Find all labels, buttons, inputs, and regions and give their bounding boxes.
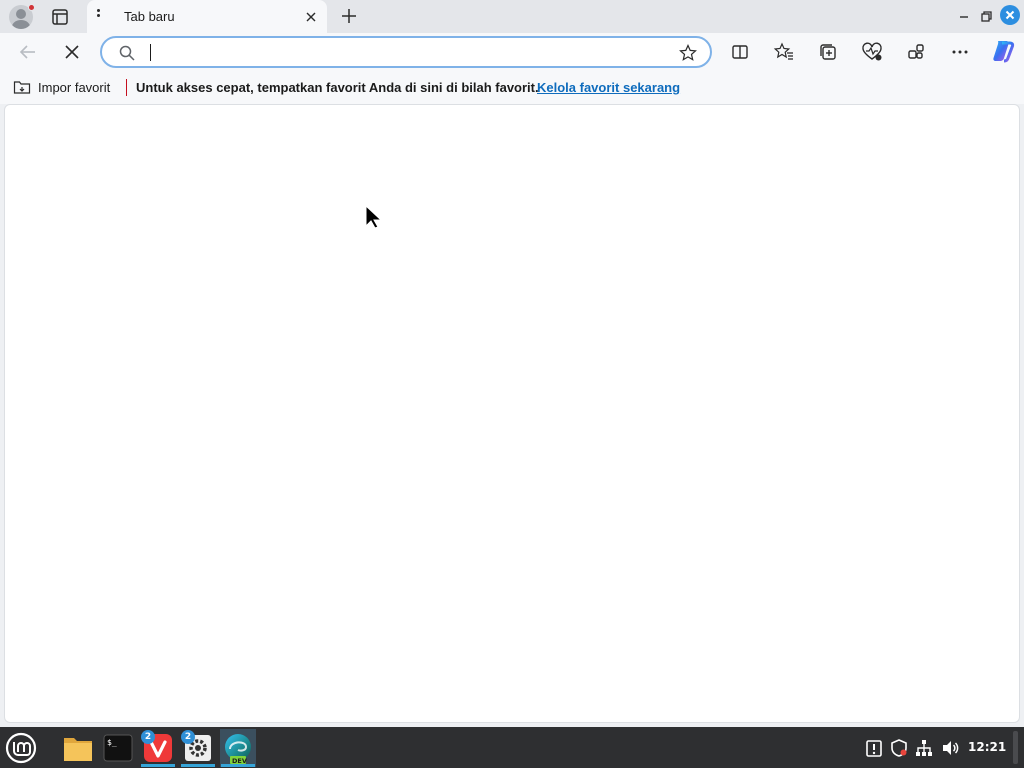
start-menu-button[interactable]: [3, 729, 39, 767]
collections-icon: [820, 44, 836, 60]
svg-text:$_: $_: [107, 738, 117, 747]
taskbar-app-vivaldi[interactable]: 2: [140, 729, 176, 767]
text-caret: [150, 44, 151, 61]
update-manager-icon[interactable]: [864, 738, 884, 758]
import-favorites-icon[interactable]: [13, 79, 31, 95]
restore-icon: [981, 11, 992, 22]
tab-strip: Tab baru: [0, 0, 1024, 33]
volume-icon[interactable]: [940, 738, 960, 758]
stop-loading-button[interactable]: [60, 40, 84, 64]
address-input[interactable]: [158, 42, 658, 64]
vivaldi-badge: 2: [141, 730, 155, 744]
active-indicator: [221, 764, 255, 767]
mouse-cursor-icon: [365, 205, 383, 229]
minimize-button[interactable]: [955, 7, 973, 25]
shield-icon[interactable]: [889, 738, 909, 758]
browser-window: Tab baru Impor favorit Untuk akses cepat…: [0, 0, 1024, 727]
split-screen-button[interactable]: [728, 40, 752, 64]
loading-spinner-icon: [97, 9, 101, 21]
clock[interactable]: 12:21: [968, 740, 1006, 754]
minimize-icon: [960, 16, 968, 18]
close-icon: [306, 12, 316, 22]
new-tab-button[interactable]: [338, 5, 360, 27]
network-icon[interactable]: [914, 738, 934, 758]
page-content[interactable]: [4, 104, 1020, 723]
address-bar[interactable]: [100, 36, 712, 68]
heart-pulse-icon: [862, 42, 882, 61]
favorites-list-icon: [773, 42, 793, 60]
search-icon: [119, 45, 135, 61]
tab-actions-icon: [52, 9, 68, 25]
active-indicator: [141, 764, 175, 767]
terminal-icon: $_: [103, 734, 133, 762]
settings-badge: 2: [181, 730, 195, 744]
plus-icon: [342, 9, 356, 23]
avatar-head: [16, 9, 26, 19]
copilot-button[interactable]: [990, 38, 1016, 64]
favorites-hint-text: Untuk akses cepat, tempatkan favorit And…: [136, 80, 539, 95]
taskbar-app-settings[interactable]: 2: [180, 729, 216, 767]
tab-actions-button[interactable]: [49, 6, 71, 28]
show-desktop-button[interactable]: [1013, 731, 1018, 764]
files-folder-icon: [64, 738, 92, 761]
import-favorites-button[interactable]: Impor favorit: [38, 80, 110, 95]
profile-notification-dot: [28, 4, 35, 11]
navigation-toolbar: [0, 33, 1024, 71]
taskbar-app-terminal[interactable]: $_: [100, 729, 136, 767]
active-indicator: [181, 764, 215, 767]
linux-mint-logo-icon: [5, 732, 37, 764]
back-button[interactable]: [16, 40, 40, 64]
edge-dev-icon: DEV: [225, 734, 251, 765]
restore-button[interactable]: [977, 7, 995, 25]
avatar-body: [12, 20, 30, 29]
star-favorite-icon[interactable]: [678, 43, 698, 63]
favorites-button[interactable]: [772, 40, 796, 64]
arrow-left-icon: [19, 45, 35, 59]
browser-essentials-button[interactable]: [860, 40, 884, 64]
taskbar: $_ 2 2 DEV 12:21: [0, 727, 1024, 768]
favorites-bar: Impor favorit Untuk akses cepat, tempatk…: [0, 71, 1024, 104]
taskbar-app-edge-dev[interactable]: DEV: [220, 729, 256, 767]
taskbar-app-files[interactable]: [60, 729, 96, 767]
tab-close-button[interactable]: [302, 8, 320, 26]
split-screen-icon: [732, 45, 748, 59]
stop-x-icon: [65, 45, 79, 59]
settings-and-more-button[interactable]: [948, 40, 972, 64]
manage-favorites-link[interactable]: Kelola favorit sekarang: [537, 80, 680, 95]
puzzle-icon: [908, 44, 924, 59]
close-icon: [1005, 10, 1015, 20]
tab-active[interactable]: Tab baru: [87, 0, 327, 33]
more-horizontal-icon: [952, 50, 968, 54]
extensions-button[interactable]: [904, 40, 928, 64]
copilot-icon: [993, 41, 1015, 63]
tab-title: Tab baru: [124, 9, 175, 24]
window-close-button[interactable]: [1000, 5, 1020, 25]
collections-button[interactable]: [816, 40, 840, 64]
favorites-separator: [126, 79, 127, 96]
